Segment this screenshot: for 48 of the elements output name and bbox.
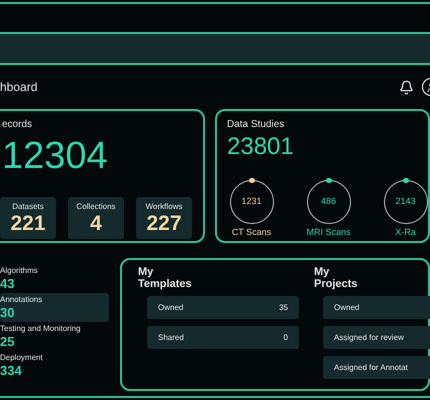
count-row[interactable]: Owned 35 [147,296,299,319]
item-label: Testing and Monitoring [0,324,82,334]
stat-label: Collections [76,201,116,213]
scan-count: 486 [320,194,336,208]
item-count: 334 [0,363,23,378]
count-row[interactable]: Shared 0 [147,326,299,349]
stat-value: 227 [146,213,182,235]
row-label: Shared [158,332,184,344]
row-label: Assigned for Annotat [334,362,408,374]
page-title: hboard [0,79,38,96]
scan-label: X-Ra [395,226,416,238]
count-row[interactable]: Owned [323,296,430,319]
stat-label: Workflows [146,201,182,213]
search-bar[interactable] [0,32,430,65]
row-label: Owned [334,302,360,314]
scan-label: CT Scans [232,226,272,238]
row-label: Owned [158,302,184,314]
stat-card[interactable]: Collections 4 [68,197,124,239]
item-count: 25 [0,334,16,349]
item-count: 43 [0,276,16,291]
count-row[interactable]: Assigned for review [323,326,430,349]
item-label: Annotations [0,295,44,305]
section-title: My Templates [138,266,193,290]
sidebar-item[interactable]: Testing and Monitoring 25 [0,322,109,351]
item-label: Algorithms [0,266,39,276]
scan-count: 1231 [241,194,262,208]
studies-count: 23801 [227,132,295,162]
sidebar-item[interactable]: Annotations 30 [0,293,109,322]
stat-value: 4 [90,213,102,235]
item-label: Deployment [0,353,44,363]
section-title: My Projects [314,266,358,290]
scan-count: 2143 [395,194,416,208]
count-row[interactable]: Assigned for Annotat [323,356,430,379]
stat-label: Datasets [12,201,44,213]
stat-value: 221 [10,213,46,235]
sidebar-item[interactable]: Algorithms 43 [0,264,109,293]
card-title: Data Studies [227,118,286,132]
notification-bell-icon[interactable] [399,80,414,94]
scan-label: MRI Scans [306,226,350,238]
item-count: 30 [0,305,16,320]
row-label: Assigned for review [334,332,404,344]
row-count: 35 [279,302,288,314]
sidebar-item[interactable]: Deployment 334 [0,351,109,380]
row-count: 0 [284,332,288,344]
records-count: 12304 [2,134,109,178]
stat-card[interactable]: Datasets 221 [0,197,56,239]
stat-card[interactable]: Workflows 227 [136,197,192,239]
card-title: ecords [2,118,34,132]
